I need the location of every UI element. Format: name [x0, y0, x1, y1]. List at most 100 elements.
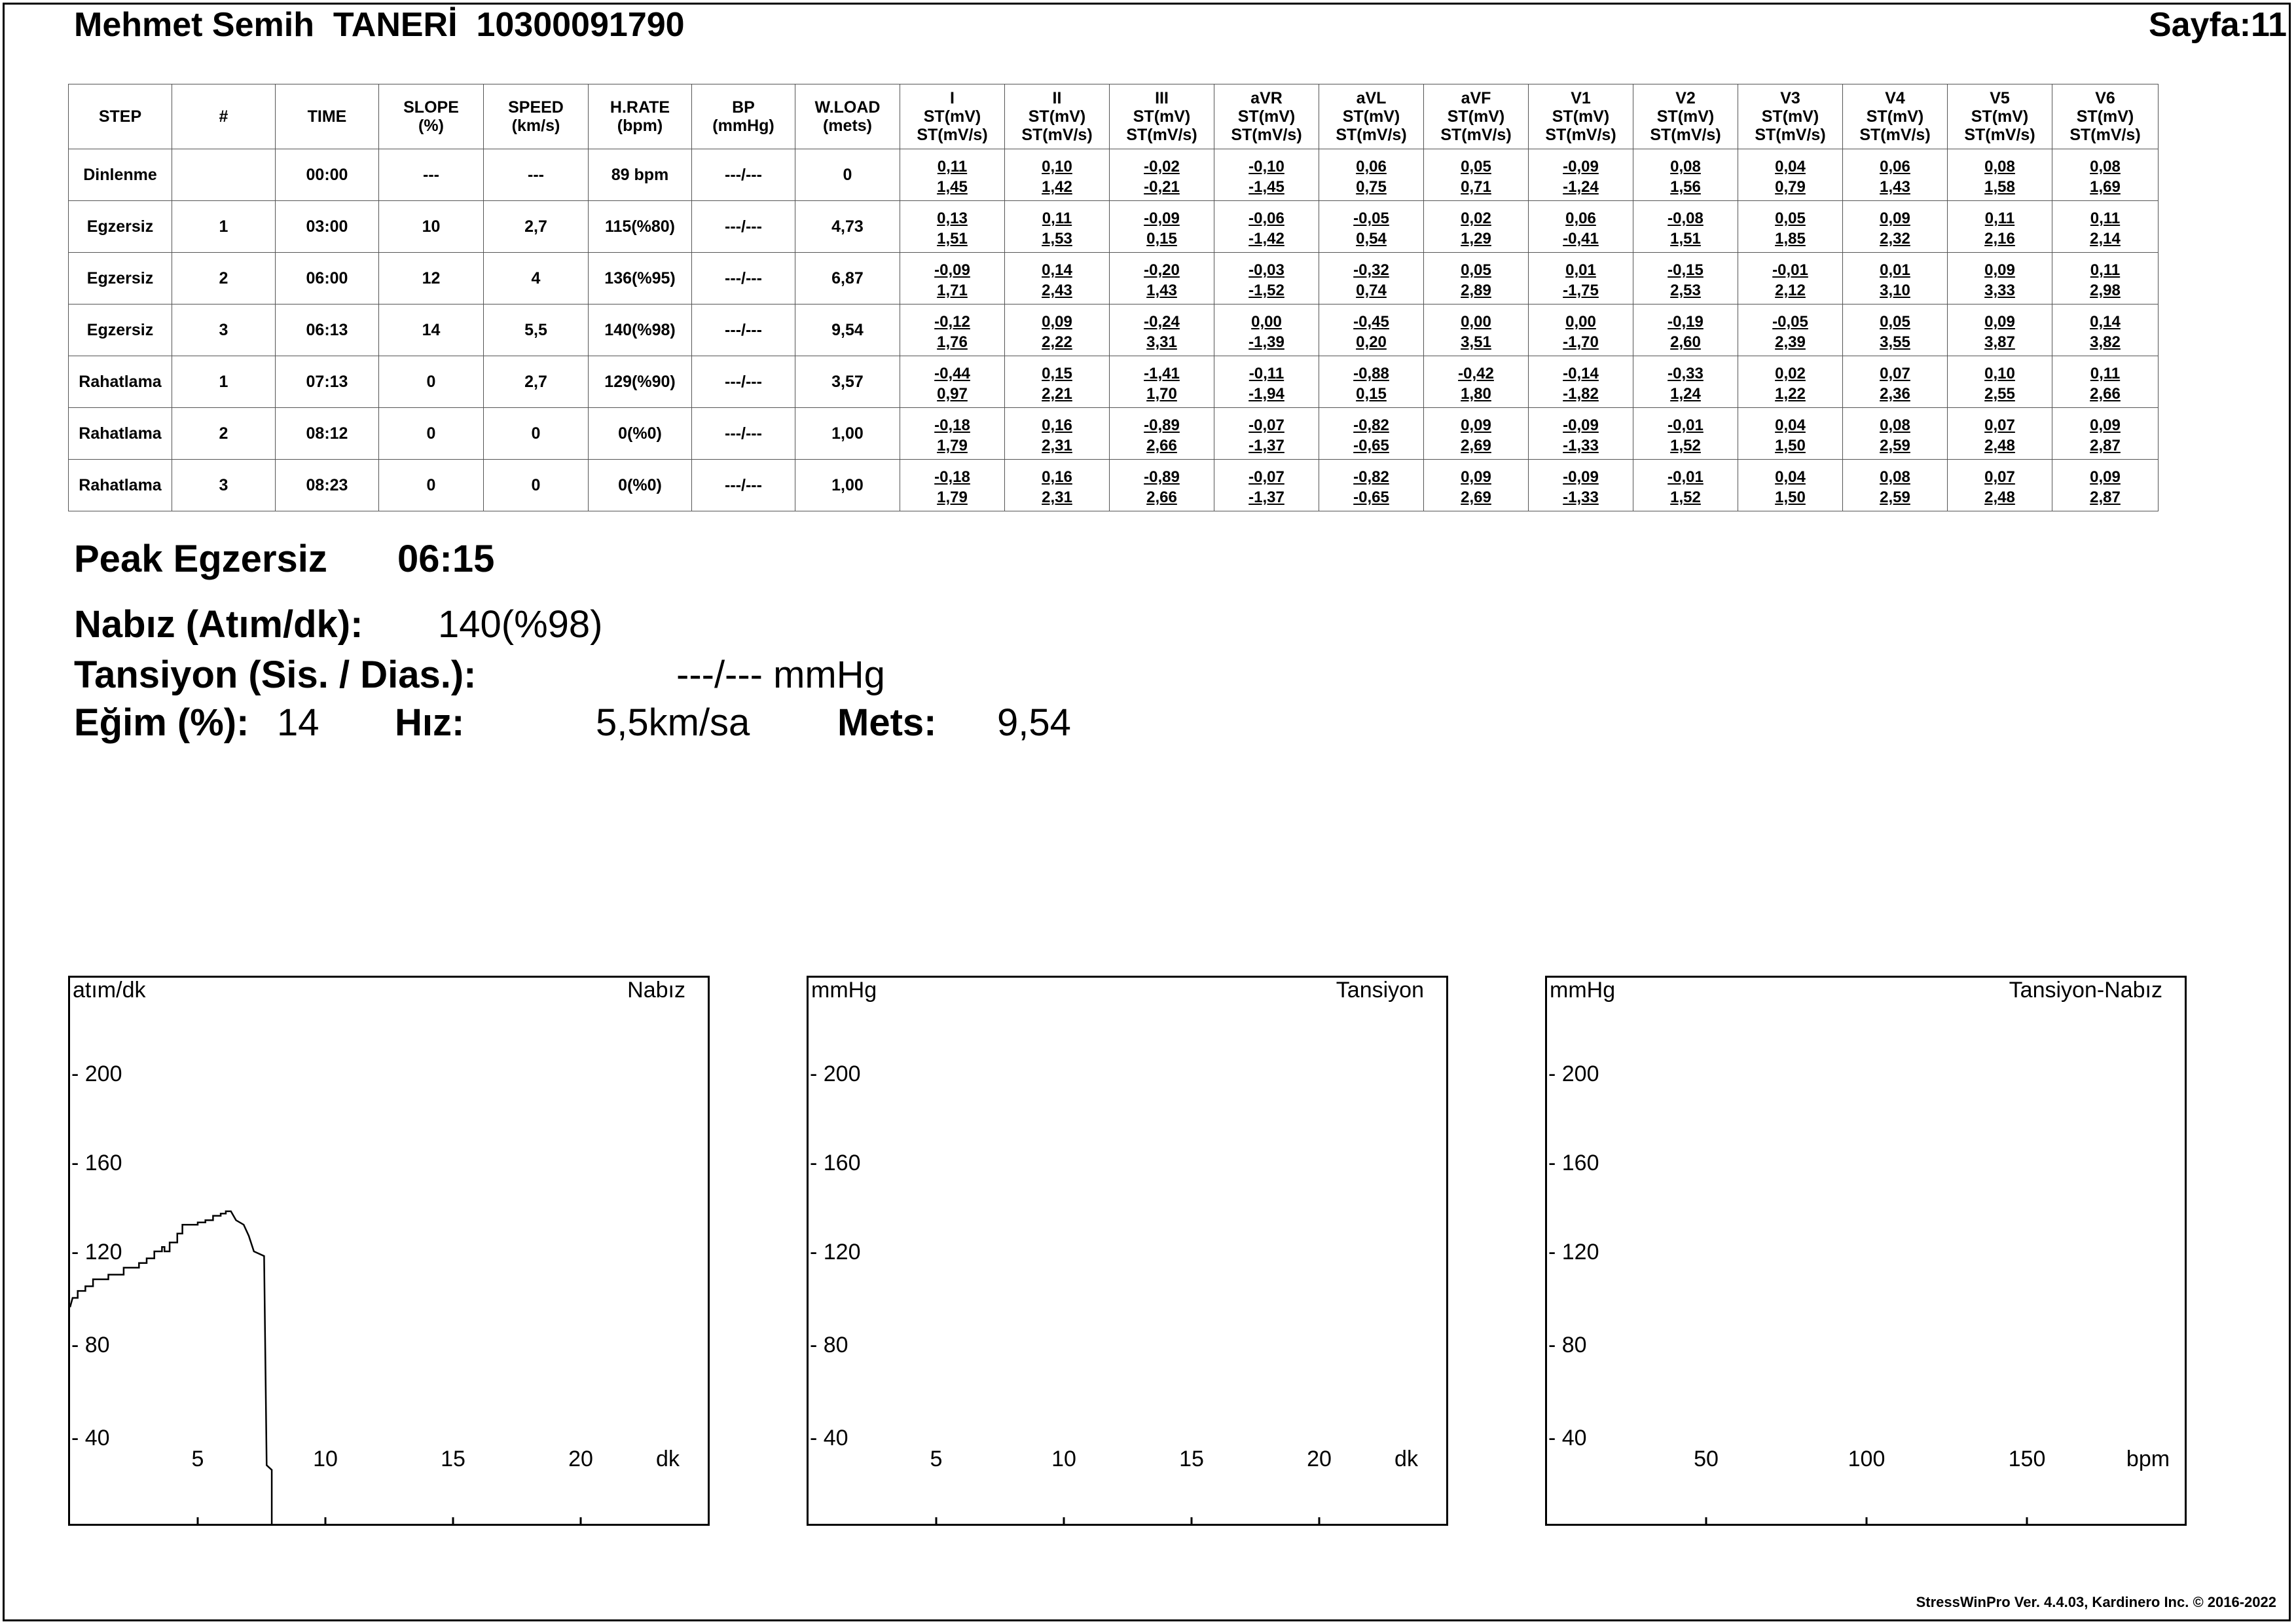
x-tick-label: 15 [441, 1447, 465, 1471]
st-slope-value: 2,87 [2090, 437, 2121, 454]
st-mv-value: 0,16 [1042, 416, 1072, 434]
st-mv-value: 0,07 [1984, 468, 2015, 486]
cell-bp: ---/--- [691, 459, 795, 511]
cell-lead-st: -0,20 1,43 [1109, 252, 1214, 304]
y-tick-label: - 120 [71, 1240, 122, 1264]
st-slope-value: 2,98 [2090, 282, 2121, 299]
cell-lead-st: -0,01 1,52 [1633, 407, 1738, 460]
column-header-line: ST(mV/s) [1545, 126, 1616, 144]
cell-time: 06:13 [275, 304, 379, 356]
cell-lead-st: 0,11 2,14 [2052, 200, 2159, 253]
cell-bp: ---/--- [691, 356, 795, 408]
cell-slope: 14 [378, 304, 484, 356]
st-slope-value: 3,31 [1146, 333, 1177, 351]
cell-lead-st: -0,01 1,52 [1633, 459, 1738, 511]
cell-lead-st: 0,05 1,85 [1738, 200, 1843, 253]
st-mv-value: -0,10 [1248, 158, 1285, 175]
st-mv-value: 0,04 [1775, 158, 1806, 175]
cell-speed: 5,5 [483, 304, 589, 356]
st-slope-value: 3,55 [1880, 333, 1910, 351]
cell-wload: 1,00 [795, 407, 900, 460]
cell-lead-st: -0,07 -1,37 [1214, 459, 1319, 511]
cell-lead-st: 0,15 2,21 [1004, 356, 1110, 408]
column-header-line: ST(mV) [1447, 107, 1505, 126]
blood-pressure-chart: mmHg Tansiyon - 200 - 160 - 120 - 80 - 40 5 10 15… [807, 976, 1448, 1526]
y-tick-label: - 40 [71, 1426, 110, 1450]
cell-lead-st: 0,11 1,53 [1004, 200, 1110, 253]
column-header: TIME [275, 84, 379, 149]
y-tick-label: - 80 [810, 1333, 848, 1357]
column-header: V1 ST(mV) ST(mV/s) [1528, 84, 1633, 149]
peak-time: 06:15 [397, 538, 495, 580]
cell-lead-st: 0,14 2,43 [1004, 252, 1110, 304]
st-slope-value: 1,56 [1670, 178, 1701, 196]
st-slope-value: -0,41 [1563, 230, 1599, 248]
cell-lead-st: -0,12 1,76 [900, 304, 1005, 356]
cell-lead-st: 0,08 1,58 [1947, 149, 2052, 201]
column-header-line: ST(mV) [1761, 107, 1819, 126]
x-axis-unit-label: dk [656, 1447, 680, 1471]
st-slope-value: 2,66 [1146, 489, 1177, 506]
st-slope-value: 1,80 [1461, 385, 1491, 403]
st-slope-value: 0,15 [1356, 385, 1387, 403]
st-slope-value: 2,16 [1984, 230, 2015, 248]
cell-lead-st: 0,06 1,43 [1842, 149, 1948, 201]
column-header-line: SLOPE [403, 98, 459, 117]
column-header-line: ST(mV) [1237, 107, 1296, 126]
column-header-line: V5 [1990, 89, 2010, 107]
st-mv-value: -0,24 [1144, 313, 1180, 331]
st-slope-value: 2,53 [1670, 282, 1701, 299]
st-slope-value: 1,43 [1146, 282, 1177, 299]
st-mv-value: 0,04 [1775, 468, 1806, 486]
st-mv-value: -0,09 [1563, 158, 1599, 175]
st-slope-value: 2,66 [2090, 385, 2121, 403]
cell-lead-st: -0,45 0,20 [1319, 304, 1424, 356]
column-header: STEP [68, 84, 172, 149]
st-mv-value: 0,08 [2090, 158, 2121, 175]
cell-lead-st: 0,05 0,71 [1423, 149, 1529, 201]
cell-lead-st: 0,06 0,75 [1319, 149, 1424, 201]
cell-lead-st: 0,06 -0,41 [1528, 200, 1633, 253]
st-mv-value: -0,89 [1144, 416, 1180, 434]
st-slope-value: -0,21 [1144, 178, 1180, 196]
st-mv-value: -0,05 [1353, 210, 1389, 227]
column-header-line: ST(mV/s) [1440, 126, 1512, 144]
st-slope-value: 2,89 [1461, 282, 1491, 299]
st-mv-value: 0,10 [1042, 158, 1072, 175]
st-slope-value: 2,43 [1042, 282, 1072, 299]
x-tick-label: 10 [1051, 1447, 1076, 1471]
st-slope-value: 2,48 [1984, 437, 2015, 454]
x-tick-label: 50 [1694, 1447, 1719, 1471]
cell-lead-st: -0,18 1,79 [900, 459, 1005, 511]
cell-lead-st: -0,06 -1,42 [1214, 200, 1319, 253]
st-mv-value: -0,09 [1563, 416, 1599, 434]
x-tick-label: 20 [1307, 1447, 1332, 1471]
bp-vs-heart-rate-chart-svg: mmHg Tansiyon-Nabız - 200 - 160 - 120 - 80 - 4… [1548, 978, 2170, 1524]
st-slope-value: 2,55 [1984, 385, 2015, 403]
column-header: V4 ST(mV) ST(mV/s) [1842, 84, 1948, 149]
cell-time: 06:00 [275, 252, 379, 304]
cell-lead-st: 0,07 2,36 [1842, 356, 1948, 408]
cell-lead-st: -0,03 -1,52 [1214, 252, 1319, 304]
y-tick-label: - 120 [1548, 1240, 1599, 1264]
chart-title: Tansiyon-Nabız [2009, 978, 2162, 1003]
speed-label: Hız: [395, 701, 465, 744]
column-header: BP (mmHg) [691, 84, 795, 149]
st-slope-value: 3,10 [1880, 282, 1910, 299]
st-mv-value: 0,08 [1984, 158, 2015, 175]
st-slope-value: -1,24 [1563, 178, 1599, 196]
st-mv-value: 0,11 [1042, 210, 1072, 227]
st-mv-value: -0,01 [1667, 468, 1704, 486]
st-slope-value: -1,39 [1248, 333, 1285, 351]
column-header-line: # [219, 107, 228, 126]
st-slope-value: -1,75 [1563, 282, 1599, 299]
table-row: Rahatlama 2 08:12 0 0 0(%0) ---/--- 1,00 -0,18 1,… [68, 407, 2159, 460]
st-slope-value: -1,70 [1563, 333, 1599, 351]
column-header-line: ST(mV/s) [1859, 126, 1931, 144]
cell-lead-st: 0,05 3,55 [1842, 304, 1948, 356]
st-slope-value: 0,20 [1356, 333, 1387, 351]
y-tick-label: - 160 [810, 1151, 861, 1175]
x-tick-label: 5 [930, 1447, 943, 1471]
mets-value: 9,54 [997, 701, 1071, 744]
st-slope-value: 1,50 [1775, 489, 1806, 506]
